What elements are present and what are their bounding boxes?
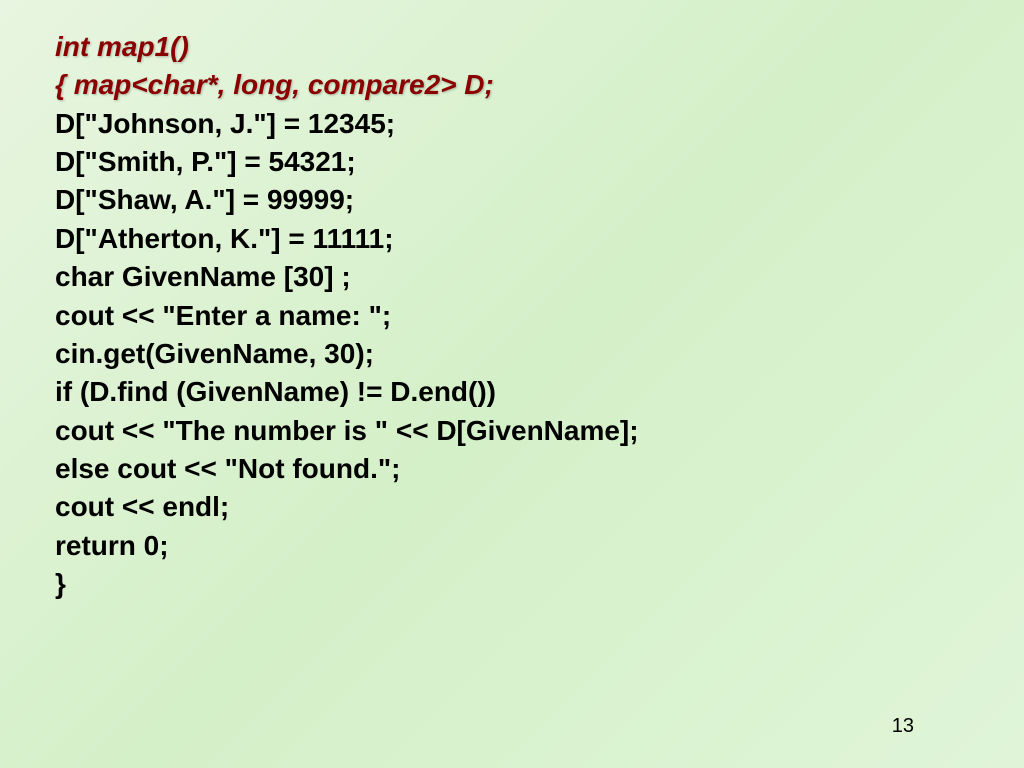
code-block: int map1() { map<char*, long, compare2> … — [55, 28, 969, 603]
code-line-11: cout << "The number is " << D[GivenName]… — [55, 412, 969, 450]
highlight-underline: compare2 — [308, 69, 440, 100]
highlight-text: > D; — [440, 69, 494, 100]
code-line-10: if (D.find (GivenName) != D.end()) — [55, 373, 969, 411]
code-line-6: D["Atherton, K."] = 11111; — [55, 220, 969, 258]
page-number: 13 — [892, 715, 914, 738]
highlight-brace: { — [55, 69, 74, 100]
code-line-9: cin.get(GivenName, 30); — [55, 335, 969, 373]
highlight-text: int map1() — [55, 31, 189, 62]
code-line-13: cout << endl; — [55, 488, 969, 526]
code-line-12: else cout << "Not found."; — [55, 450, 969, 488]
code-line-5: D["Shaw, A."] = 99999; — [55, 181, 969, 219]
code-line-4: D["Smith, P."] = 54321; — [55, 143, 969, 181]
highlight-text: map<char*, long, — [74, 69, 308, 100]
code-line-14: return 0; — [55, 527, 969, 565]
code-line-8: cout << "Enter a name: "; — [55, 297, 969, 335]
code-line-1: int map1() — [55, 28, 969, 66]
code-line-7: char GivenName [30] ; — [55, 258, 969, 296]
code-line-3: D["Johnson, J."] = 12345; — [55, 105, 969, 143]
code-line-2: { map<char*, long, compare2> D; — [55, 66, 969, 104]
code-line-15: } — [55, 565, 969, 603]
